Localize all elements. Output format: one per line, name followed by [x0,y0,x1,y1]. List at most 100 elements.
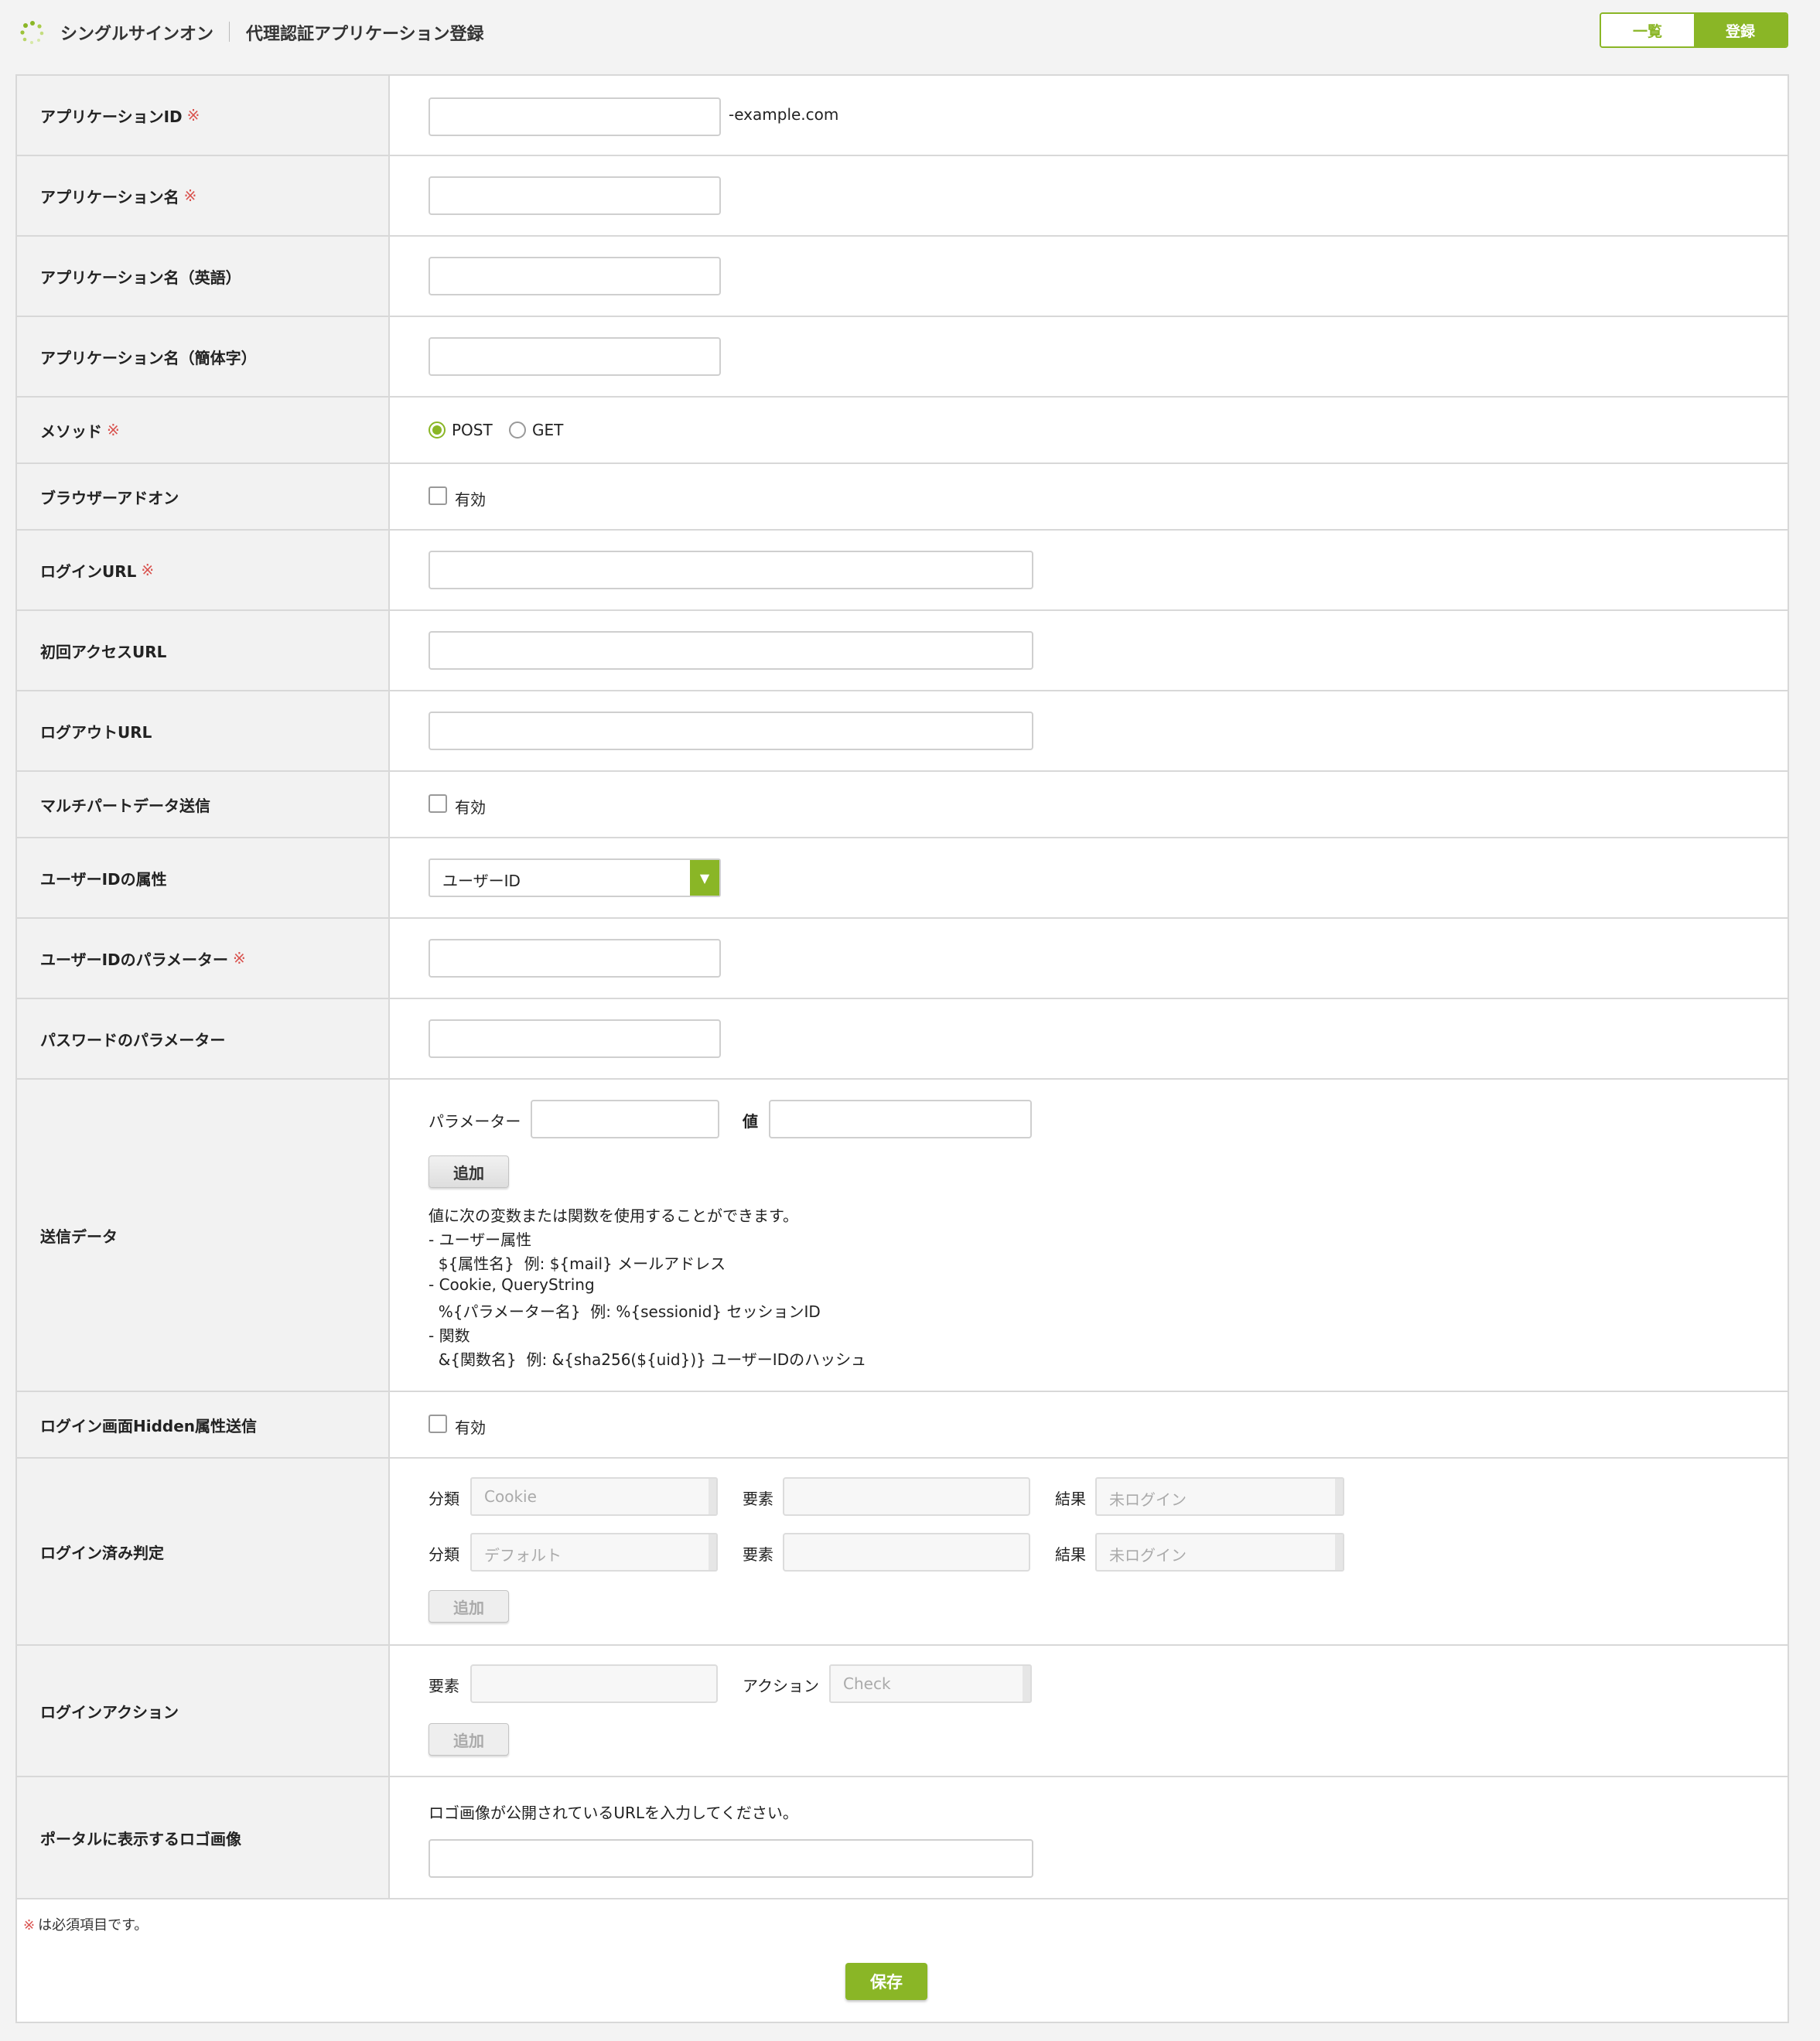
login-action-add-button[interactable]: 追加 [429,1723,509,1756]
send-data-value-label: 値 [743,1112,758,1131]
label-portal-logo: ポータルに表示するロゴ画像 [17,1777,390,1898]
select-handle [1335,1534,1343,1570]
send-data-help-line: - 関数 [429,1326,470,1345]
send-data-help-line: - Cookie, QueryString [429,1275,595,1294]
method-get-label: GET [532,421,564,439]
user-id-param-input[interactable] [429,939,721,978]
app-title: シングルサインオン [60,25,214,44]
multipart-checkbox[interactable] [429,794,447,813]
select-handle [709,1479,716,1514]
row-send-data: 送信データ パラメーター 値 追加 値に次の変数または関数を使用することができま… [17,1080,1788,1392]
send-data-add-button[interactable]: 追加 [429,1155,509,1188]
row-login-url: ログインURL ※ [17,531,1788,611]
browser-addon-label: 有効 [455,490,486,509]
multipart-label: 有効 [455,798,486,817]
send-data-value-input[interactable] [769,1100,1032,1138]
method-get-radio[interactable] [509,422,526,439]
login-action-element-label: 要素 [429,1677,459,1695]
hidden-attr-label: 有効 [455,1418,486,1437]
send-data-help-line: &{関数名} 例: &{sha256(${uid})} ユーザーIDのハッシュ [429,1350,867,1369]
method-post-label: POST [452,421,493,439]
row-hidden-attr: ログイン画面Hidden属性送信 有効 [17,1392,1788,1459]
logout-url-input[interactable] [429,712,1033,750]
row-method: メソッド ※ POST GET [17,398,1788,464]
row-multipart: マルチパートデータ送信 有効 [17,772,1788,838]
label-multipart: マルチパートデータ送信 [17,772,390,837]
label-password-param: パスワードのパラメーター [17,999,390,1078]
login-check-result-select[interactable]: 未ログイン [1095,1477,1344,1516]
page-title: 代理認証アプリケーション登録 [246,25,484,44]
required-mark: ※ [107,421,120,439]
send-data-param-label: パラメーター [429,1112,521,1131]
login-check-result-select[interactable]: 未ログイン [1095,1533,1344,1572]
label-method: メソッド ※ [17,398,390,462]
label-send-data: 送信データ [17,1080,390,1391]
login-check-type-value: Cookie [484,1487,537,1506]
row-portal-logo: ポータルに表示するロゴ画像 ロゴ画像が公開されているURLを入力してください。 [17,1777,1788,1899]
required-mark: ※ [186,106,200,125]
sso-logo-icon [20,21,44,44]
required-mark: ※ [141,561,155,579]
select-handle [1335,1479,1343,1514]
hidden-attr-checkbox[interactable] [429,1415,447,1433]
send-data-help-line: %{パラメーター名} 例: %{sessionid} セッションID [429,1302,821,1321]
first-access-url-input[interactable] [429,631,1033,670]
login-action-value: Check [843,1674,891,1693]
user-id-attr-select[interactable]: ユーザーID ▼ [429,858,721,897]
send-data-param-input[interactable] [531,1100,719,1138]
login-check-add-button[interactable]: 追加 [429,1590,509,1623]
list-button[interactable]: 一覧 [1601,14,1694,46]
save-button[interactable]: 保存 [845,1963,927,2000]
chevron-down-icon[interactable]: ▼ [690,860,719,896]
label-user-id-attr: ユーザーIDの属性 [17,838,390,917]
login-check-type-select[interactable]: Cookie [470,1477,718,1516]
label-logout-url: ログアウトURL [17,691,390,770]
row-browser-addon: ブラウザーアドオン 有効 [17,464,1788,531]
login-check-type-label: 分類 [429,1545,459,1564]
required-note: ※ は必須項目です。 [23,1917,149,1933]
browser-addon-checkbox[interactable] [429,486,447,505]
app-id-suffix: -example.com [729,105,839,124]
page-header: シングルサインオン 代理認証アプリケーション登録 一覧 登録 [0,0,1820,74]
login-check-result-value: 未ログイン [1109,1490,1187,1509]
portal-logo-url-input[interactable] [429,1839,1033,1878]
row-password-param: パスワードのパラメーター [17,999,1788,1080]
login-check-type-label: 分類 [429,1490,459,1508]
app-name-zh-input[interactable] [429,337,721,376]
login-check-element-input[interactable] [783,1477,1030,1516]
app-name-input[interactable] [429,176,721,215]
login-action-action-label: アクション [743,1677,819,1695]
login-check-type-select[interactable]: デフォルト [470,1533,718,1572]
method-post-radio[interactable] [429,422,446,439]
label-app-name: アプリケーション名 ※ [17,156,390,235]
required-mark: ※ [183,186,197,205]
login-action-select[interactable]: Check [829,1664,1032,1703]
login-url-input[interactable] [429,551,1033,589]
app-name-en-input[interactable] [429,257,721,295]
row-app-name-zh: アプリケーション名（簡体字） [17,317,1788,398]
row-login-check: ログイン済み判定 分類 Cookie 要素 結果 未ログイン 分類 デフォルト … [17,1459,1788,1646]
register-button[interactable]: 登録 [1694,14,1787,46]
login-action-element-input[interactable] [470,1664,718,1703]
login-check-element-label: 要素 [743,1490,773,1508]
view-switch: 一覧 登録 [1600,12,1788,48]
label-login-check: ログイン済み判定 [17,1459,390,1644]
row-logout-url: ログアウトURL [17,691,1788,772]
row-first-access-url: 初回アクセスURL [17,611,1788,691]
app-id-input[interactable] [429,97,721,136]
label-user-id-param: ユーザーIDのパラメーター ※ [17,919,390,998]
row-app-id: アプリケーションID ※ -example.com [17,76,1788,156]
login-check-element-input[interactable] [783,1533,1030,1572]
login-check-result-label: 結果 [1055,1490,1086,1508]
label-login-url: ログインURL ※ [17,531,390,609]
label-first-access-url: 初回アクセスURL [17,611,390,690]
login-check-element-label: 要素 [743,1545,773,1564]
label-hidden-attr: ログイン画面Hidden属性送信 [17,1392,390,1457]
label-login-action: ログインアクション [17,1646,390,1776]
label-browser-addon: ブラウザーアドオン [17,464,390,529]
label-app-id: アプリケーションID ※ [17,76,390,155]
row-login-action: ログインアクション 要素 アクション Check 追加 [17,1646,1788,1777]
password-param-input[interactable] [429,1019,721,1058]
label-app-name-en: アプリケーション名（英語） [17,237,390,316]
send-data-help-line: ${属性名} 例: ${mail} メールアドレス [429,1254,726,1273]
